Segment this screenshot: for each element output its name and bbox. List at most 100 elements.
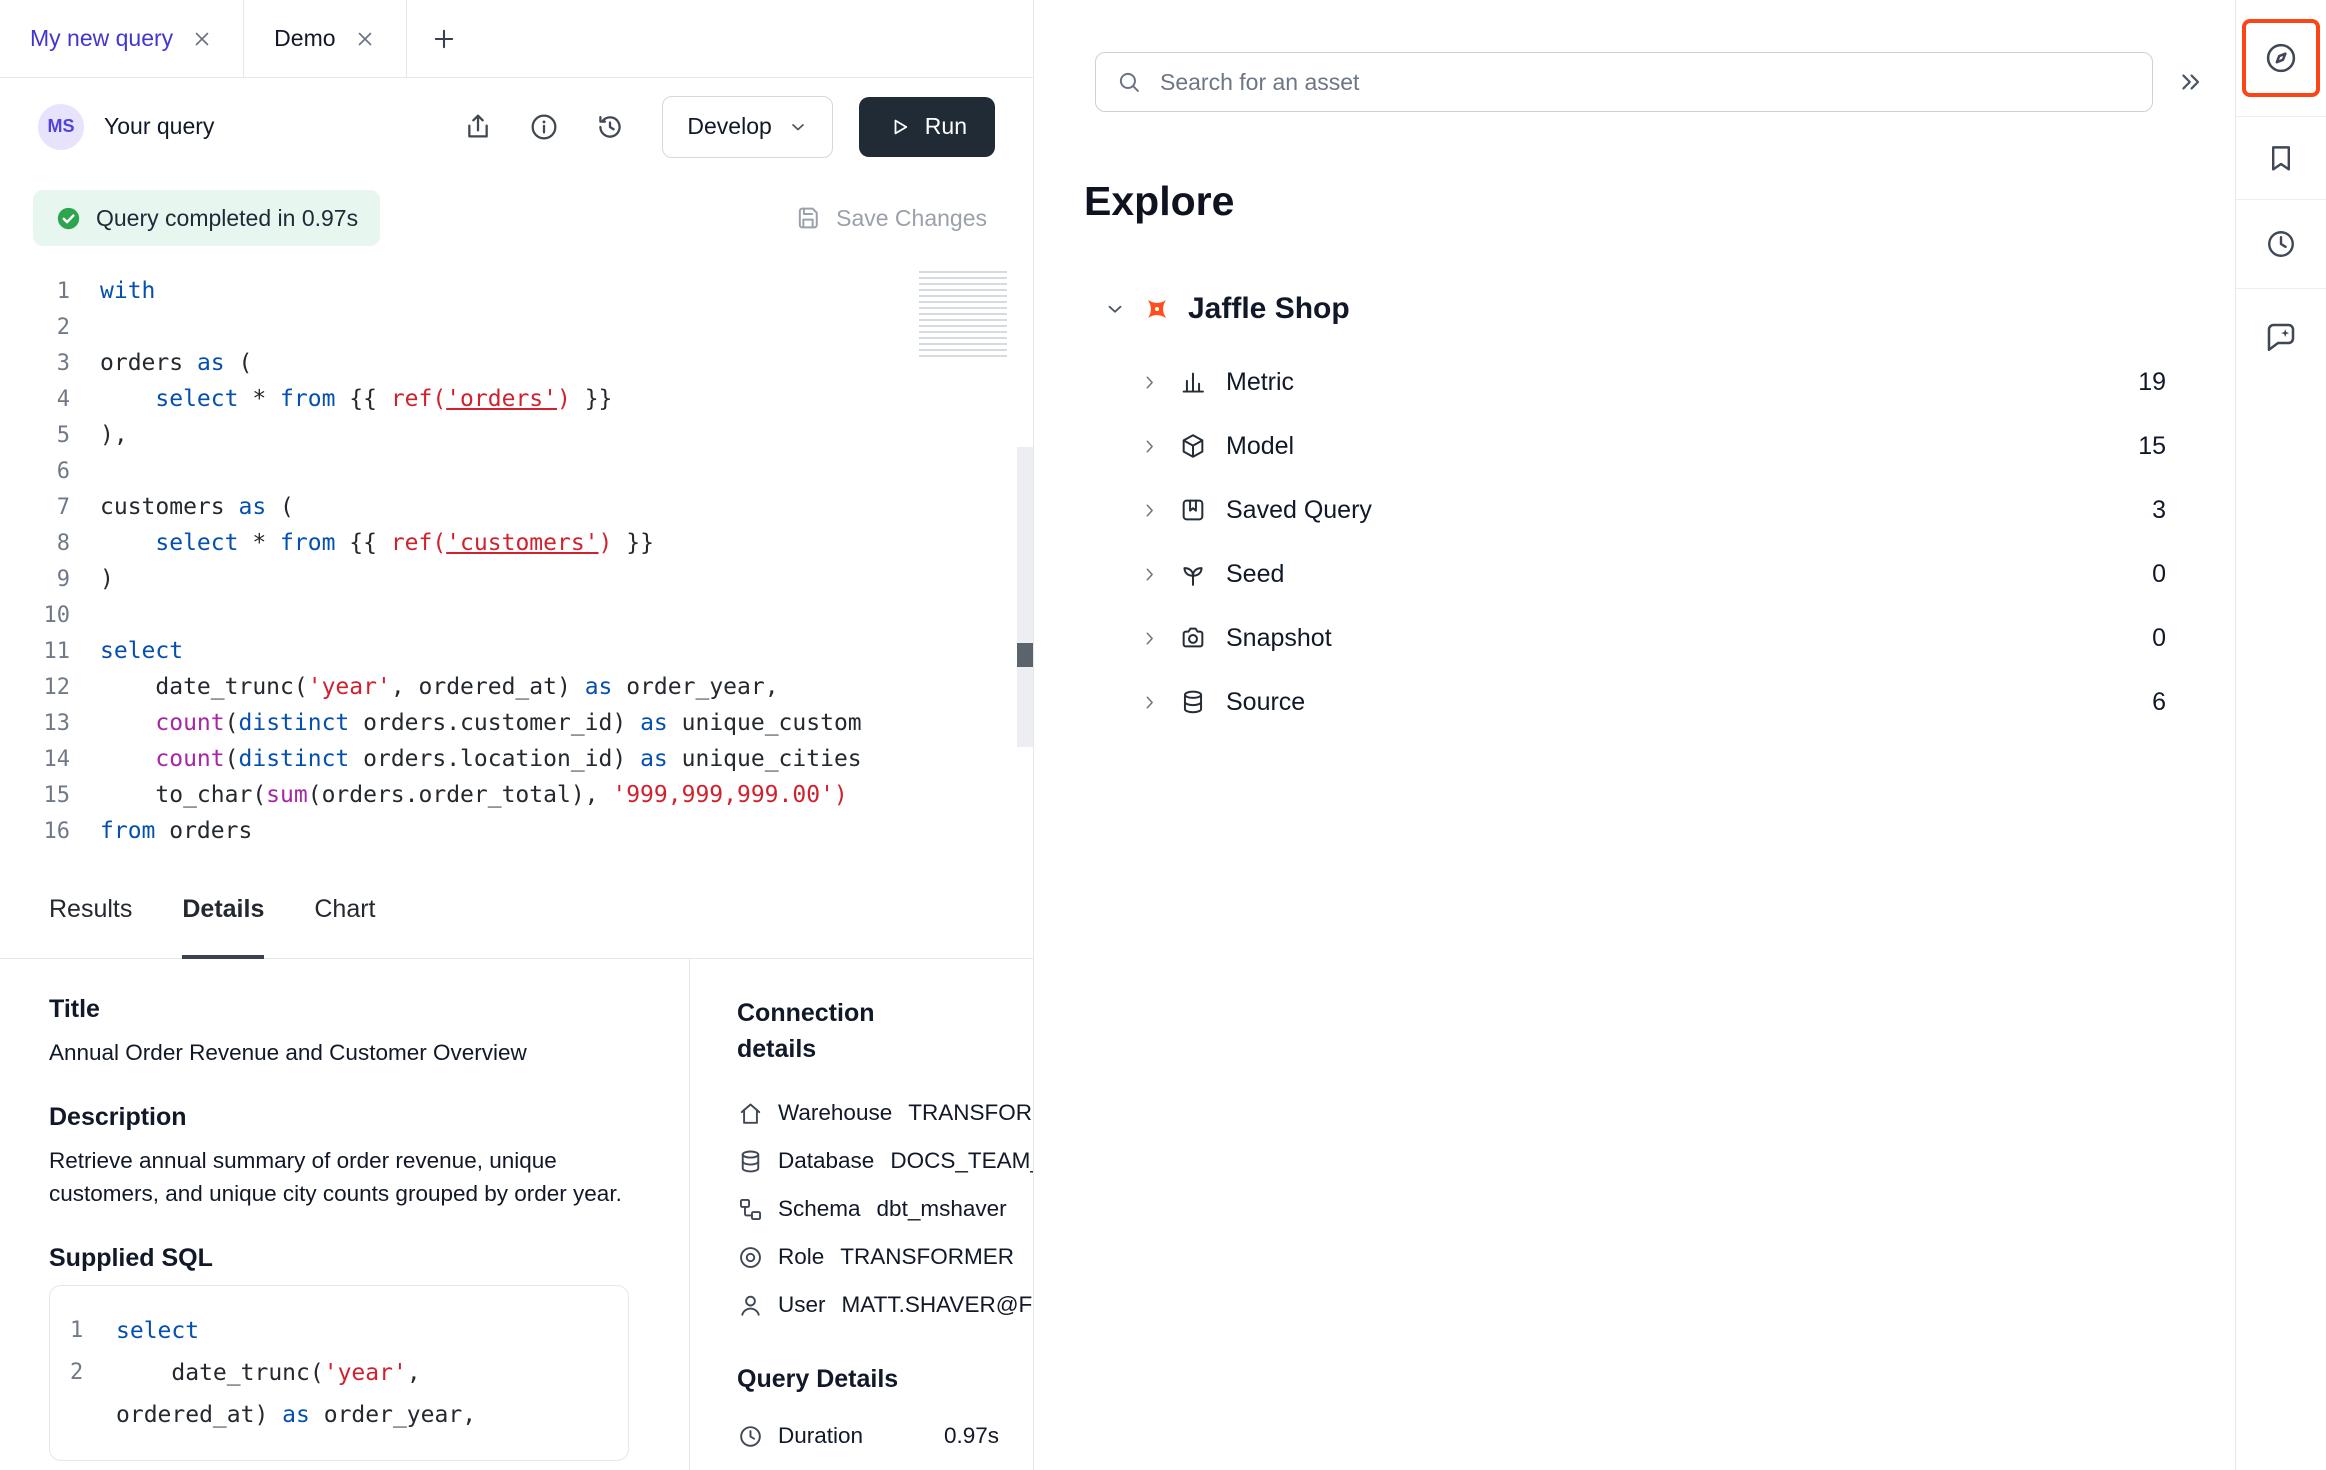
line-number: 4 (0, 387, 100, 412)
saved-query-icon (1179, 496, 1207, 524)
share-icon (462, 111, 494, 143)
tree-row-label: Metric (1226, 368, 1294, 397)
connection-details-list: WarehouseTRANSFORMERDatabaseDOCS_TEAM_Sc… (737, 1089, 1033, 1329)
connection-value: dbt_mshaver (877, 1196, 1007, 1222)
connection-value: DOCS_TEAM_ (890, 1148, 1033, 1174)
search-input[interactable] (1158, 68, 2132, 97)
code-line: 16from orders (0, 813, 1033, 849)
duration-value: 0.97s (944, 1423, 999, 1449)
editor-scrollbar[interactable] (1017, 447, 1033, 747)
tree-row-count: 6 (2152, 688, 2166, 717)
develop-label: Develop (687, 113, 771, 140)
close-tab-icon[interactable] (354, 28, 376, 50)
tab-details[interactable]: Details (182, 861, 264, 958)
duration-row: Duration 0.97s (737, 1411, 999, 1461)
tree-row-label: Model (1226, 432, 1294, 461)
connection-value: TRANSFORMER (840, 1244, 1014, 1270)
save-icon (794, 204, 822, 232)
app-window: My new query Demo MS Your query (0, 0, 2326, 1470)
dbt-logo (1142, 294, 1172, 324)
schema-icon (737, 1196, 764, 1223)
description-value: Retrieve annual summary of order revenue… (49, 1144, 629, 1210)
details-panel: Title Annual Order Revenue and Customer … (0, 959, 1033, 1470)
editor-scrollbar-thumb[interactable] (1017, 643, 1033, 667)
clock-icon (737, 1423, 764, 1450)
info-button[interactable] (526, 109, 562, 145)
history-rail-button[interactable] (2236, 200, 2326, 289)
explore-tree-row-metric[interactable]: Metric 19 (1139, 350, 2166, 414)
seed-icon (1179, 560, 1207, 588)
explore-rail-button[interactable] (2242, 19, 2320, 97)
tree-row-count: 19 (2138, 368, 2166, 397)
source-icon (1179, 688, 1207, 716)
tab-my-new-query[interactable]: My new query (0, 0, 244, 77)
code-line: 13 count(distinct orders.customer_id) as… (0, 705, 1033, 741)
details-right-column: Connection details WarehouseTRANSFORMERD… (690, 959, 1033, 1470)
develop-dropdown[interactable]: Develop (662, 96, 832, 158)
code-line: 5), (0, 417, 1033, 453)
tab-chart[interactable]: Chart (314, 861, 375, 958)
code-line: 11select (0, 633, 1033, 669)
chevron-right-icon (1139, 436, 1160, 457)
code-line: 12 date_trunc('year', ordered_at) as ord… (0, 669, 1033, 705)
chevron-right-icon (1139, 692, 1160, 713)
details-left-column: Title Annual Order Revenue and Customer … (0, 959, 690, 1470)
line-number: 8 (0, 531, 100, 556)
explore-tree-row-snapshot[interactable]: Snapshot0 (1139, 606, 2166, 670)
line-number: 9 (0, 567, 100, 592)
metric-icon (1179, 368, 1207, 396)
connection-detail-user: UserMATT.SHAVER@FI (737, 1281, 1033, 1329)
run-button[interactable]: Run (859, 97, 995, 157)
editor-tab-bar: My new query Demo (0, 0, 1033, 78)
tab-results[interactable]: Results (49, 861, 132, 958)
connection-detail-database: DatabaseDOCS_TEAM_ (737, 1137, 1033, 1185)
line-number: 1 (70, 1310, 116, 1352)
chevron-right-icon (1139, 564, 1160, 585)
sql-code-editor[interactable]: 1with23orders as (4 select * from {{ ref… (0, 261, 1033, 861)
chevron-down-icon[interactable] (1104, 298, 1126, 320)
collapse-panel-button[interactable] (2177, 68, 2205, 96)
line-number: 12 (0, 675, 100, 700)
asset-search-row (1084, 52, 2205, 112)
explore-tree-row-seed[interactable]: Seed0 (1139, 542, 2166, 606)
database-icon (737, 1148, 764, 1175)
snapshot-icon (1179, 624, 1207, 652)
chevron-right-icon (1139, 500, 1160, 521)
project-tree-row[interactable]: Jaffle Shop (1104, 278, 2205, 340)
tab-label: Details (182, 895, 264, 924)
tab-demo[interactable]: Demo (244, 0, 406, 77)
save-changes-button[interactable]: Save Changes (794, 204, 987, 232)
role-icon (737, 1244, 764, 1271)
asset-search-box[interactable] (1095, 52, 2153, 112)
line-number: 2 (70, 1352, 116, 1394)
line-number: 14 (0, 747, 100, 772)
query-status-pill: Query completed in 0.97s (33, 190, 380, 246)
bookmark-icon (2264, 141, 2298, 175)
explore-tree-row-model[interactable]: Model15 (1139, 414, 2166, 478)
explore-tree-row-source[interactable]: Source 6 (1139, 670, 2166, 734)
supplied-sql-heading: Supplied SQL (49, 1244, 629, 1273)
copilot-rail-button[interactable] (2236, 289, 2326, 385)
bookmarks-rail-button[interactable] (2236, 117, 2326, 200)
explore-tree-row-saved-query[interactable]: Saved Query3 (1139, 478, 2166, 542)
supplied-sql-code-block: 1select2 date_trunc('year',ordered_at) a… (49, 1285, 629, 1461)
version-history-button[interactable] (592, 109, 628, 145)
line-number: 15 (0, 783, 100, 808)
editor-minimap[interactable] (919, 271, 1007, 357)
line-number: 6 (0, 459, 100, 484)
search-icon (1116, 69, 1142, 95)
close-tab-icon[interactable] (191, 28, 213, 50)
new-tab-button[interactable] (407, 0, 481, 77)
info-icon (528, 111, 560, 143)
share-button[interactable] (460, 109, 496, 145)
connection-detail-role: RoleTRANSFORMER (737, 1233, 1033, 1281)
code-line: 3orders as ( (0, 345, 1033, 381)
query-header: MS Your query Develop Run (0, 78, 1033, 175)
run-label: Run (925, 113, 967, 140)
query-editor-pane: My new query Demo MS Your query (0, 0, 1034, 1470)
code-line: 4 select * from {{ ref('orders') }} (0, 381, 1033, 417)
tree-row-label: Source (1226, 688, 1305, 717)
duration-label: Duration (778, 1423, 863, 1449)
connection-detail-schema: Schemadbt_mshaver (737, 1185, 1033, 1233)
connection-value: MATT.SHAVER@FI (842, 1292, 1033, 1318)
